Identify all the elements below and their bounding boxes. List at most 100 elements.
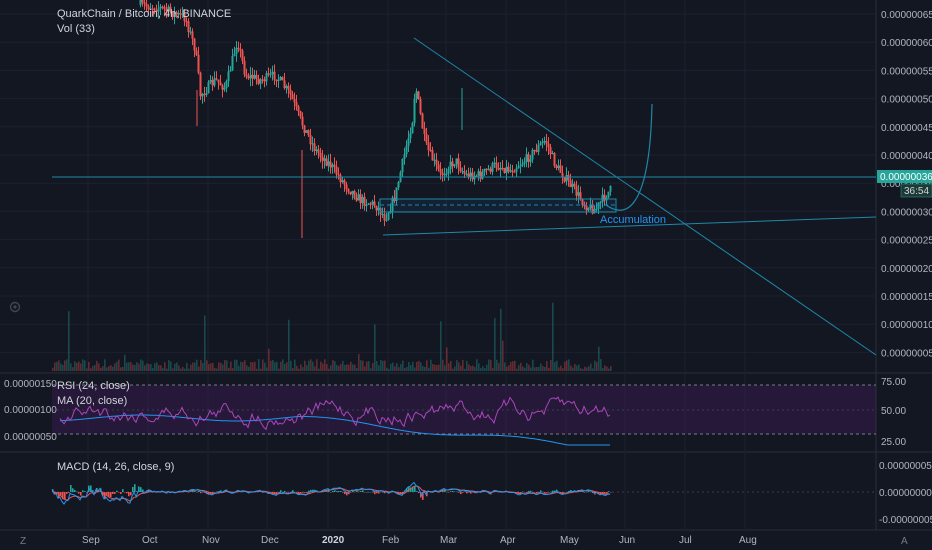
candle-body: [375, 205, 378, 211]
candle-body: [415, 91, 418, 99]
volume-bar: [522, 366, 524, 371]
candle-body: [491, 163, 494, 172]
volume-bar: [322, 363, 324, 371]
macd-histogram-bar: [542, 491, 544, 493]
price-tick: 0.00000045: [881, 123, 932, 134]
volume-bar: [458, 362, 460, 371]
rsi-label[interactable]: RSI (24, close): [57, 380, 130, 392]
volume-bar: [232, 368, 234, 371]
volume-bar: [388, 368, 390, 371]
candle-body: [457, 158, 460, 168]
volume-bar: [570, 365, 572, 371]
volume-bar: [598, 346, 600, 371]
volume-bar: [478, 363, 480, 371]
macd-histogram-bar: [196, 491, 198, 493]
time-axis[interactable]: Sep Oct Nov Dec 2020 Feb Mar Apr May Jun Jul Aug: [82, 535, 757, 546]
candle-body: [493, 162, 496, 164]
candle-body: [407, 138, 410, 146]
candle-body: [431, 150, 434, 161]
projection-curve[interactable]: [605, 103, 653, 211]
trading-chart[interactable]: Accumulation 0.00000065 0.00000060 0.00000…: [0, 0, 932, 550]
candle-body: [331, 164, 334, 168]
volume-bar: [304, 360, 306, 371]
volume-bar: [118, 359, 120, 371]
candle-body: [501, 167, 504, 169]
volume-bar: [264, 362, 266, 371]
volume-bar: [170, 361, 172, 371]
candle-body: [559, 165, 562, 173]
candle-body: [327, 161, 330, 166]
candle-body: [397, 182, 400, 188]
volume-bar: [60, 363, 62, 371]
candle-body: [489, 168, 492, 172]
macd-histogram-bar: [358, 491, 360, 493]
candle-body: [551, 153, 554, 155]
candle-body: [299, 111, 302, 117]
volume-bar: [550, 359, 552, 371]
macd-axis[interactable]: 0.00000005 0.00000000 -0.00000005: [879, 461, 932, 526]
volume-bar: [354, 364, 356, 371]
candle-body: [335, 166, 338, 175]
macd-histogram-bar: [124, 492, 126, 493]
volume-bar: [536, 366, 538, 371]
candle-body: [409, 133, 412, 139]
candle-body: [521, 163, 524, 166]
volume-bar: [482, 366, 484, 371]
chart-canvas[interactable]: Accumulation 0.00000065 0.00000060 0.00000…: [0, 0, 932, 550]
macd-histogram-bar: [460, 492, 462, 495]
volume-bar: [532, 359, 534, 371]
candle-body: [279, 77, 282, 81]
macd-histogram-bar: [126, 492, 128, 494]
rsi-tick: 50.00: [881, 406, 906, 417]
volume-bar: [136, 362, 138, 371]
macd-label[interactable]: MACD (14, 26, close, 9): [57, 461, 174, 473]
candle-body: [609, 185, 612, 192]
volume-bar: [464, 368, 466, 371]
candle-body: [517, 166, 520, 169]
volume-bar: [498, 363, 500, 371]
timezone-button[interactable]: Z: [20, 536, 26, 547]
auto-scale-button[interactable]: A: [901, 536, 908, 547]
candle-body: [247, 76, 250, 79]
volume-bar: [272, 359, 274, 371]
macd-tick: 0.00000000: [879, 488, 932, 499]
candle-body: [453, 164, 456, 167]
volume-bar: [246, 365, 248, 371]
time-tick: May: [560, 535, 579, 546]
candle-body: [141, 0, 144, 3]
macd-histogram-bar: [198, 491, 200, 492]
candle-body: [435, 159, 438, 165]
volume-bar: [424, 366, 426, 371]
candle-body: [557, 165, 560, 168]
volume-bar: [138, 363, 140, 371]
macd-histogram-bar: [134, 484, 136, 492]
candle-body: [209, 80, 212, 83]
volume-bar: [236, 359, 238, 371]
descending-trendline[interactable]: [413, 37, 877, 356]
trend-drawings[interactable]: Accumulation: [52, 37, 877, 356]
ma-label[interactable]: MA (20, close): [57, 395, 127, 407]
volume-bar: [374, 324, 376, 371]
volume-bar: [70, 363, 72, 371]
candle-body: [319, 152, 322, 157]
macd-histogram-bar: [552, 490, 554, 492]
macd-histogram-bar: [450, 491, 452, 492]
volume-bar: [284, 363, 286, 371]
volume-bar: [400, 364, 402, 371]
volume-bar: [446, 347, 448, 371]
volume-bar: [422, 366, 424, 371]
time-tick: Aug: [739, 535, 757, 546]
macd-histogram-bar: [332, 491, 334, 492]
volume-label[interactable]: Vol (33): [57, 23, 95, 35]
gear-icon[interactable]: [8, 300, 22, 314]
volume-bar: [146, 363, 148, 371]
volume-bar: [94, 365, 96, 371]
candle-body: [387, 213, 390, 220]
volume-bar: [516, 368, 518, 371]
volume-bar: [392, 362, 394, 371]
volume-bar: [352, 364, 354, 371]
macd-histogram-bar: [110, 492, 112, 498]
macd-histogram-bar: [202, 492, 204, 493]
candle-body: [337, 174, 340, 176]
symbol-title[interactable]: QuarkChain / Bitcoin, 4h, BINANCE: [57, 8, 231, 20]
